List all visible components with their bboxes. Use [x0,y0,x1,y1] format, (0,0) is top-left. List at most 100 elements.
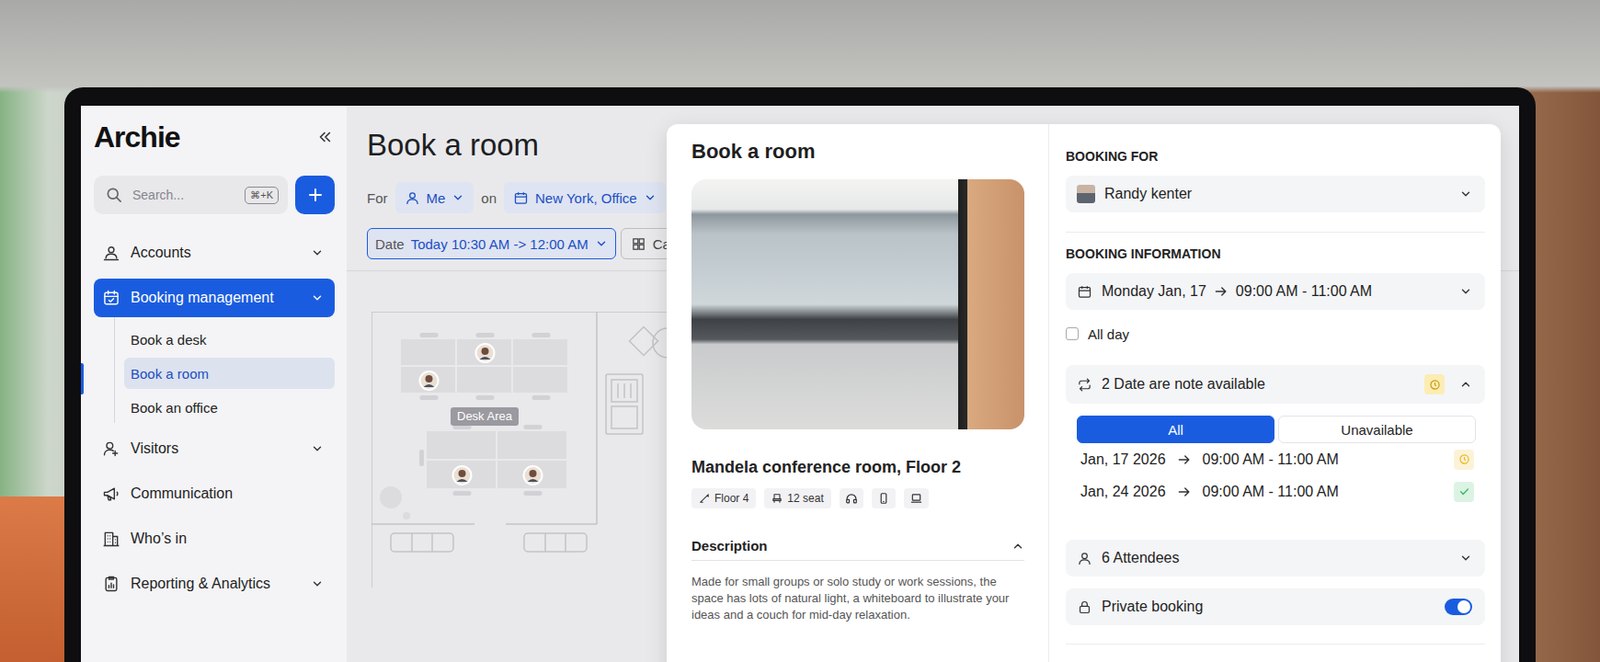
chevron-up-icon [1459,377,1473,391]
collapse-icon[interactable] [316,128,333,146]
desk[interactable] [400,339,456,366]
sidebar-nav: Accounts Booking management Book a deskB… [93,233,335,604]
office-scene: Archie Search... ⌘+K Accounts Booking ma… [0,0,1600,662]
app-screen: Archie Search... ⌘+K Accounts Booking ma… [80,105,1520,662]
sidebar-item[interactable]: Booking management [93,278,335,318]
search-field[interactable]: Search... ⌘+K [93,175,288,215]
availability-header[interactable]: 2 Date are note available [1065,365,1486,404]
desk[interactable] [497,431,567,459]
availability-panel: 2 Date are note available AllUnavailable… [1065,365,1486,508]
chevron-down-icon [594,237,608,251]
chevron-down-icon [310,442,324,456]
report-icon [102,574,121,594]
building-icon [102,529,121,549]
person-icon [404,190,421,206]
seat-icon [771,492,783,504]
calendar-icon [513,190,529,206]
person-select[interactable]: Randy kenter [1065,175,1486,213]
date-time-select[interactable]: Monday Jan, 17 09:00 AM - 11:00 AM [1065,273,1486,310]
shortcut-badge: ⌘+K [244,186,279,205]
occupant-avatar [476,343,495,363]
area-label: Desk Area [457,409,514,423]
search-icon [104,185,124,205]
sidebar-item[interactable]: Visitors [93,429,335,469]
divider [1065,643,1486,645]
arrow-right-icon [1213,284,1229,299]
status-badge [1453,449,1475,470]
desk[interactable] [513,366,568,393]
chevron-down-icon [310,291,324,305]
occupant-avatar [420,371,439,390]
person-icon [1076,550,1093,567]
room-details: Book a room Mandela conference room, Flo… [666,124,1050,662]
grid-icon [630,236,647,252]
visitor-icon [102,439,121,458]
filter-button[interactable]: All [1076,415,1275,444]
chevron-down-icon [310,246,324,260]
for-chip[interactable]: Me [395,182,475,214]
for-label: For [366,190,389,206]
description-text: Made for small groups or solo study or w… [691,573,1025,624]
sidebar-submenu: Book a deskBook a roomBook an office [114,317,335,423]
warning-badge [1424,374,1445,395]
description-header[interactable]: Description [691,537,1025,561]
sidebar-item[interactable]: Accounts [93,233,335,273]
date-item: Jan, 24 2026 09:00 AM - 11:00 AM [1065,475,1486,508]
accounts-icon [102,243,121,263]
repeat-icon [1076,377,1093,393]
floor-icon [698,492,710,504]
desk[interactable] [400,366,456,393]
room-tag: Floor 4 [691,488,756,509]
floor-plan[interactable]: Desk Area [371,311,685,588]
room-photo [691,179,1025,430]
arrow-right-icon [1177,484,1192,500]
amenity-tag [871,488,896,509]
private-toggle[interactable] [1444,598,1473,616]
logo[interactable]: Archie [93,120,181,154]
sidebar: Archie Search... ⌘+K Accounts Booking ma… [80,105,347,662]
add-button[interactable] [295,175,335,215]
panel-title: Book a room [691,138,1025,165]
all-day-row[interactable]: All day [1065,324,1486,343]
occupant-avatar [453,466,472,485]
sidebar-item[interactable]: Reporting & Analytics [93,564,335,604]
desk[interactable] [457,366,512,393]
booking-for-heading: BOOKING FOR [1065,148,1486,165]
availability-filter: AllUnavailable [1076,415,1476,444]
date-item: Jan, 17 2026 09:00 AM - 11:00 AM [1065,443,1486,476]
room-name: Mandela conference room, Floor 2 [691,456,1025,479]
desk[interactable] [513,339,568,366]
sidebar-subitem[interactable]: Book an office [124,391,335,423]
person-avatar [1076,184,1096,204]
headphones-icon [845,491,858,505]
attendees-select[interactable]: 6 Attendees [1065,539,1486,577]
monitor: Archie Search... ⌘+K Accounts Booking ma… [64,87,1536,662]
sidebar-item[interactable]: Who’s in [93,519,335,559]
desk[interactable] [457,339,512,366]
status-badge [1453,481,1475,503]
chevron-down-icon [1459,187,1473,201]
desk[interactable] [497,460,567,489]
plus-icon [306,185,325,205]
occupant-avatar [524,466,543,485]
lock-icon [1076,599,1093,616]
date-chip[interactable]: Date Today 10:30 AM -> 12:00 AM [366,228,617,260]
calendar-icon [1076,284,1093,300]
desk[interactable] [426,431,496,459]
all-day-checkbox[interactable] [1065,327,1079,341]
booking-panel: Book a room Mandela conference room, Flo… [666,124,1501,662]
booking-form: BOOKING FOR Randy kenter BOOKING INFORMA… [1049,124,1501,662]
desk[interactable] [426,460,496,489]
room-tag: 12 seat [764,488,831,509]
location-chip[interactable]: New York, Office [503,182,666,214]
sidebar-subitem[interactable]: Book a room [124,357,335,389]
phone-icon [877,491,891,505]
sidebar-item[interactable]: Communication [93,474,335,514]
filter-button[interactable]: Unavailable [1278,415,1476,444]
search-placeholder: Search... [132,187,236,203]
on-label: on [480,190,497,206]
chevron-down-icon [643,191,657,205]
sidebar-subitem[interactable]: Book a desk [124,323,335,355]
check-icon [1458,485,1471,498]
chevron-down-icon [451,191,465,205]
